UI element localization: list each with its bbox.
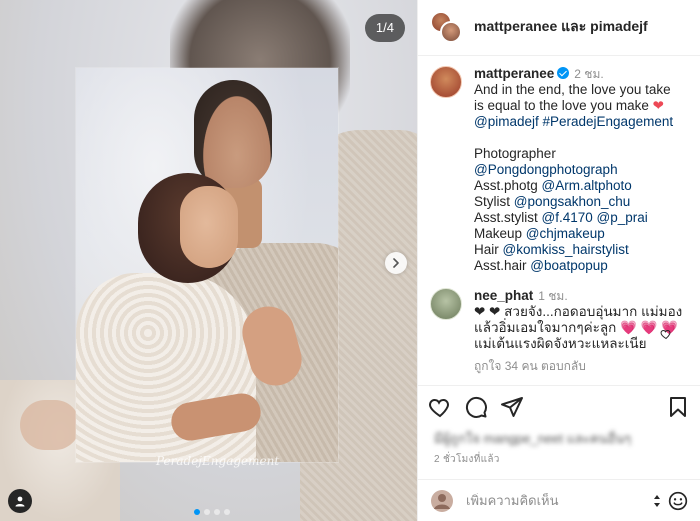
emoji-icon[interactable] — [668, 491, 688, 511]
comment: nee_phat 1 ชม. ❤ ❤ สวยจัง...กอดอบอุ่นมาก … — [430, 287, 684, 374]
carousel-dot — [224, 509, 230, 515]
avatar — [431, 489, 453, 512]
mention-link[interactable]: @pimadejf — [474, 114, 539, 129]
heart-emoji: ❤ — [652, 97, 664, 113]
caption-body: mattperanee 2 ชม. And in the end, the lov… — [474, 66, 684, 274]
collab-avatars[interactable] — [430, 11, 462, 44]
credit-label: Hair — [474, 241, 503, 257]
likes-text: มีผู้ถูกใจ mangpe_neet และคนอื่นๆ — [434, 431, 632, 447]
avatar[interactable] — [430, 65, 462, 98]
caption-time: 2 ชม. — [574, 66, 604, 81]
credit-handle[interactable]: @komkiss_hairstylist — [503, 242, 629, 257]
background-photo-hand — [20, 400, 80, 450]
post-header: mattperanee และ pimadejf — [418, 0, 700, 56]
credit-line: Stylist @pongsakhon_chu — [474, 194, 684, 210]
post-media[interactable]: PeradejEngagement 1/4 — [0, 0, 417, 521]
post-sidebar: mattperanee และ pimadejf mattperanee 2 ชม… — [417, 0, 700, 521]
next-media-button[interactable] — [385, 252, 407, 274]
credit-label: Makeup — [474, 225, 526, 241]
share-icon[interactable] — [500, 395, 524, 419]
credit-label: Photographer — [474, 145, 556, 161]
comment-text: ❤ ❤ สวยจัง...กอดอบอุ่นมาก แม่มองแล้วอิ่ม… — [474, 303, 683, 351]
credit-handle[interactable]: @f.4170 — [542, 210, 593, 225]
heart-outline-icon[interactable] — [660, 328, 672, 340]
credit-handle[interactable]: @Arm.altphoto — [542, 178, 632, 193]
couple-photo — [76, 68, 338, 462]
likes-summary[interactable]: มีผู้ถูกใจ mangpe_neet และคนอื่นๆ — [418, 428, 700, 449]
verified-icon — [557, 66, 570, 79]
credit-handle[interactable]: @chjmakeup — [526, 226, 605, 241]
photo-woman-face — [180, 186, 238, 268]
user-icon — [15, 496, 25, 507]
credit-line: Asst.hair @boatpopup — [474, 258, 684, 274]
credit-line: Photographer — [474, 146, 684, 162]
avatar — [440, 21, 462, 44]
comment-composer — [418, 479, 700, 521]
carousel-dot — [214, 509, 220, 515]
comment-icon[interactable] — [464, 395, 488, 419]
credit-handle[interactable]: @Pongdongphotograph — [474, 162, 618, 177]
credit-label: Stylist — [474, 193, 514, 209]
sort-arrows-icon[interactable] — [652, 493, 662, 509]
credit-line: Asst.photg @Arm.altphoto — [474, 178, 684, 194]
credit-handle[interactable]: @pongsakhon_chu — [514, 194, 631, 209]
post-actions — [418, 384, 700, 429]
carousel-dot — [194, 509, 200, 515]
credit-line: @Pongdongphotograph — [474, 162, 684, 178]
media-counter: 1/4 — [364, 14, 405, 42]
photo-watermark: PeradejEngagement — [156, 454, 280, 468]
credit-label: Asst.hair — [474, 257, 531, 273]
chevron-right-icon — [393, 258, 399, 268]
hashtag-link[interactable]: #PeradejEngagement — [543, 114, 674, 129]
credit-line: Hair @komkiss_hairstylist — [474, 242, 684, 258]
carousel-dot — [204, 509, 210, 515]
credit-line: Makeup @chjmakeup — [474, 226, 684, 242]
comment-input[interactable] — [466, 493, 648, 509]
credit-label: Asst.stylist — [474, 209, 542, 225]
credit-label: Asst.photg — [474, 177, 542, 193]
post-authors[interactable]: mattperanee และ pimadejf — [474, 16, 648, 38]
post-viewer: PeradejEngagement 1/4 mattperanee และ pi… — [0, 0, 700, 521]
bookmark-icon[interactable] — [666, 395, 690, 419]
comments-list[interactable]: mattperanee 2 ชม. And in the end, the lov… — [418, 56, 700, 385]
avatar[interactable] — [430, 287, 462, 320]
carousel-dots — [194, 509, 230, 515]
credit-line: Asst.stylist @f.4170 @p_prai — [474, 210, 684, 226]
comment-meta[interactable]: ถูกใจ 34 คน ตอบกลับ — [474, 358, 684, 374]
caption-username[interactable]: mattperanee — [474, 66, 554, 81]
post-timestamp[interactable]: 2 ชั่วโมงที่แล้ว — [418, 449, 700, 479]
photo-man-head — [194, 80, 272, 188]
comment-time: 1 ชม. — [538, 288, 568, 303]
credit-handle[interactable]: @boatpopup — [530, 258, 608, 273]
comment-body: nee_phat 1 ชม. ❤ ❤ สวยจัง...กอดอบอุ่นมาก … — [474, 288, 684, 374]
caption-text: And in the end, the love you take is equ… — [474, 81, 671, 113]
tagged-users-button[interactable] — [8, 489, 32, 513]
comment-username[interactable]: nee_phat — [474, 288, 533, 303]
caption: mattperanee 2 ชม. And in the end, the lov… — [430, 65, 684, 274]
heart-icon[interactable] — [428, 395, 452, 419]
credit-handle[interactable]: @p_prai — [597, 210, 648, 225]
